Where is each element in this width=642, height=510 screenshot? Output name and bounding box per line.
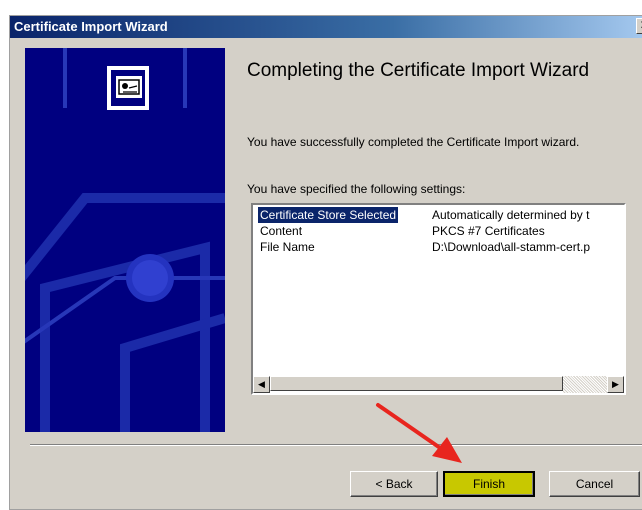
banner-artwork [25, 48, 225, 432]
settings-label: You have specified the following setting… [247, 182, 466, 196]
completion-message: You have successfully completed the Cert… [247, 135, 580, 149]
scroll-track[interactable] [563, 376, 607, 393]
scroll-thumb[interactable] [270, 376, 563, 391]
settings-list[interactable]: Certificate Store Selected Automatically… [251, 203, 626, 395]
finish-button[interactable]: Finish [443, 471, 535, 497]
close-button[interactable]: ✕ [636, 18, 642, 34]
cancel-button[interactable]: Cancel [549, 471, 640, 497]
list-item[interactable]: Content PKCS #7 Certificates [253, 223, 624, 239]
list-item[interactable]: File Name D:\Download\all-stamm-cert.p [253, 239, 624, 255]
page-title: Completing the Certificate Import Wizard [247, 60, 590, 81]
window-title: Certificate Import Wizard [14, 19, 168, 34]
horizontal-scrollbar[interactable]: ◀ ▶ [253, 376, 624, 393]
title-bar: Certificate Import Wizard ✕ [10, 16, 642, 38]
scroll-left-icon[interactable]: ◀ [253, 376, 270, 393]
wizard-window: Certificate Import Wizard ✕ [9, 15, 642, 510]
setting-key: Certificate Store Selected [258, 207, 399, 223]
setting-key: File Name [260, 240, 315, 254]
certificate-icon [107, 66, 149, 110]
divider [30, 444, 642, 446]
setting-value: PKCS #7 Certificates [432, 224, 545, 238]
setting-key: Content [260, 224, 303, 238]
wizard-banner [25, 48, 225, 432]
list-item[interactable]: Certificate Store Selected Automatically… [253, 207, 624, 223]
back-button[interactable]: < Back [350, 471, 438, 497]
scroll-right-icon[interactable]: ▶ [607, 376, 624, 393]
setting-value: Automatically determined by t [432, 208, 590, 222]
setting-value: D:\Download\all-stamm-cert.p [432, 240, 591, 254]
